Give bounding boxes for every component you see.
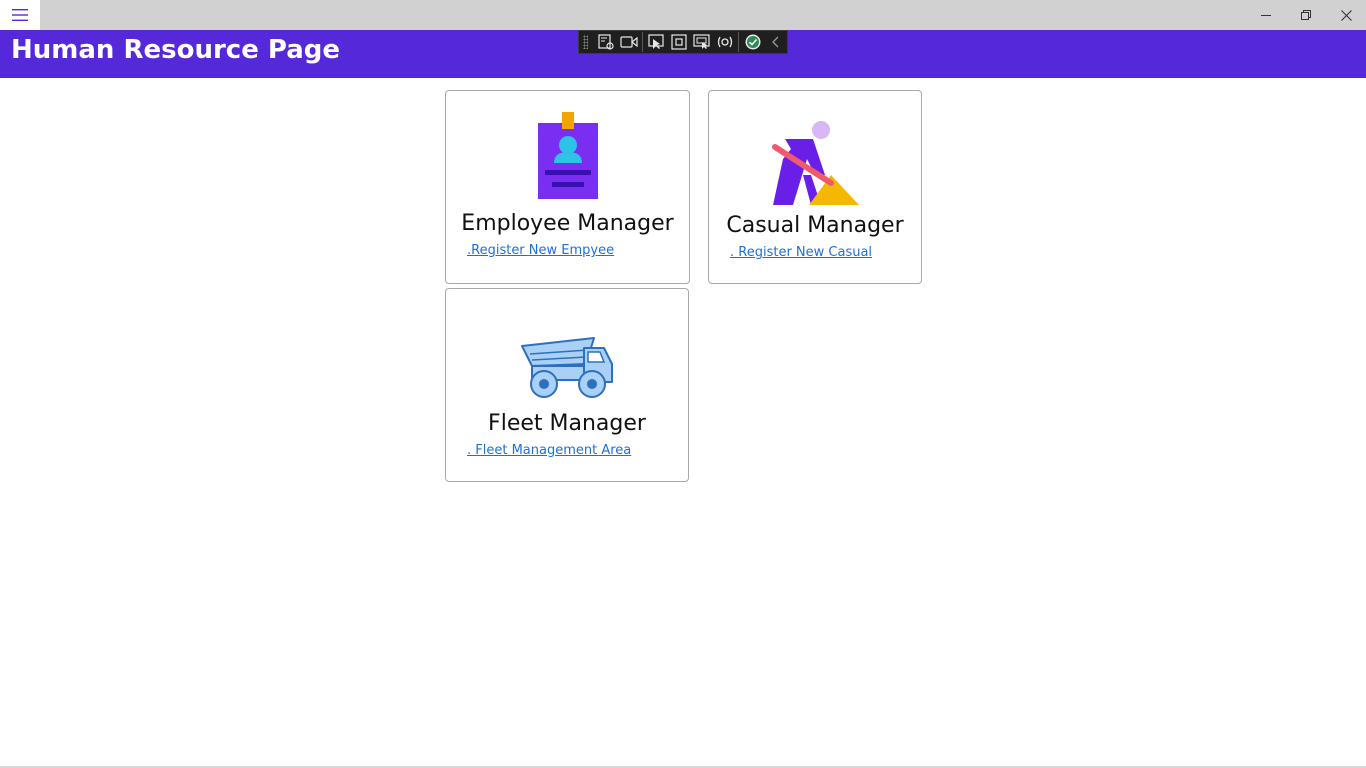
dump-truck-icon — [521, 337, 613, 398]
digging-worker-icon — [772, 121, 859, 205]
fleet-manager-card[interactable]: Fleet Manager . Fleet Management Area — [445, 288, 689, 482]
restore-button[interactable] — [1286, 0, 1326, 30]
select-element-icon — [648, 34, 664, 49]
hot-reload-check-icon — [745, 34, 761, 50]
restore-icon — [1301, 10, 1311, 20]
close-icon — [1340, 9, 1352, 21]
collapse-chevron-icon — [771, 36, 779, 48]
toolbar-separator — [642, 32, 643, 52]
record-button[interactable] — [617, 31, 640, 53]
live-visual-tree-icon — [598, 34, 614, 50]
hamburger-menu-button[interactable] — [0, 0, 40, 30]
record-icon — [619, 36, 638, 48]
register-new-employee-link[interactable]: .Register New Empyee — [467, 243, 614, 258]
track-focus-button[interactable] — [691, 31, 714, 53]
minimize-icon — [1261, 15, 1271, 16]
card-title: Casual Manager — [726, 213, 904, 238]
card-title: Employee Manager — [461, 211, 674, 236]
fleet-management-area-link[interactable]: . Fleet Management Area — [467, 443, 631, 458]
minimize-button[interactable] — [1246, 0, 1286, 30]
casual-manager-card[interactable]: Casual Manager . Register New Casual — [708, 90, 922, 284]
toolbar-separator — [738, 32, 740, 52]
binding-failures-button[interactable] — [714, 31, 737, 53]
page-title: Human Resource Page — [11, 35, 341, 65]
id-badge-icon — [538, 112, 598, 199]
card-title: Fleet Manager — [488, 411, 646, 436]
hot-reload-status-button[interactable] — [741, 31, 764, 53]
employee-manager-card[interactable]: Employee Manager .Register New Empyee — [445, 90, 690, 284]
select-element-button[interactable] — [645, 31, 668, 53]
close-button[interactable] — [1326, 0, 1366, 30]
collapse-toolbar-button[interactable] — [764, 31, 787, 53]
display-layout-adorners-icon — [671, 34, 687, 50]
register-new-casual-link[interactable]: . Register New Casual — [730, 245, 872, 260]
live-visual-tree-button[interactable] — [594, 31, 617, 53]
xaml-dev-toolbar — [578, 30, 788, 54]
binding-failures-icon — [717, 36, 733, 48]
toolbar-grip[interactable] — [583, 35, 589, 49]
display-adorners-button[interactable] — [668, 31, 691, 53]
title-bar — [0, 0, 1366, 30]
hamburger-icon — [12, 9, 28, 21]
track-focus-icon — [693, 34, 710, 49]
